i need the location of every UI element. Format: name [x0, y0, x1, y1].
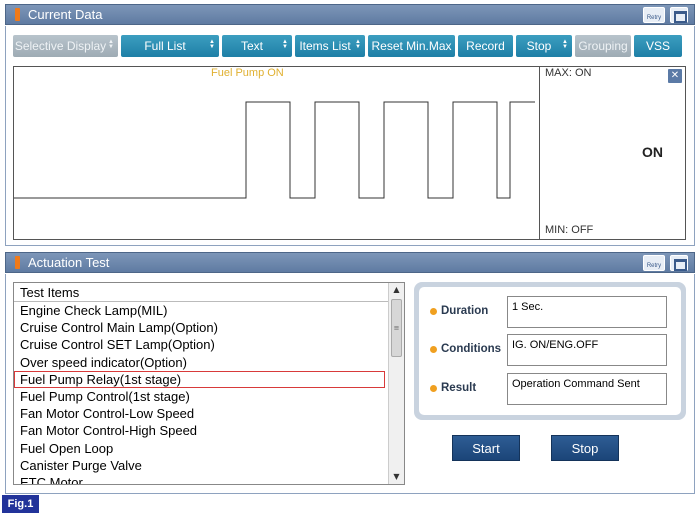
list-item[interactable]: Engine Check Lamp(MIL) [14, 302, 404, 319]
scroll-down-icon[interactable]: ▼ [389, 470, 404, 484]
spinner-icon: ▲ ▼ [282, 39, 288, 50]
test-items-header: Test Items [14, 283, 404, 302]
maximize-button[interactable] [670, 7, 688, 23]
current-data-title: Current Data [28, 7, 103, 22]
grouping-button[interactable]: Grouping [575, 35, 631, 57]
list-item[interactable]: Fuel Open Loop [14, 440, 404, 457]
test-items-list: Test Items Engine Check Lamp(MIL) Cruise… [13, 282, 405, 485]
vss-label: VSS [645, 39, 670, 53]
retry-label: Retry [646, 263, 662, 269]
list-scrollbar[interactable]: ▲ ≡ ▼ [388, 283, 404, 484]
duration-row: Duration 1 Sec. [419, 296, 681, 328]
selective-display-label: Selective Display [14, 39, 107, 53]
header-marker-icon [15, 8, 20, 21]
scroll-thumb[interactable]: ≡ [391, 299, 402, 357]
text-label: Text [240, 39, 263, 53]
list-item[interactable]: Cruise Control Main Lamp(Option) [14, 319, 404, 336]
items-list-label: Items List [299, 39, 351, 53]
signal-waveform [14, 101, 535, 199]
list-item-selected[interactable]: Fuel Pump Relay(1st stage) [14, 370, 385, 388]
graph-signal-label: Fuel Pump ON [211, 67, 284, 79]
current-value: ON [642, 144, 663, 160]
reset-min-max-button[interactable]: Reset Min.Max [368, 35, 455, 57]
stop-toolbar-label: Stop [526, 39, 552, 53]
stop-toolbar-button[interactable]: Stop ▲ ▼ [516, 35, 572, 57]
current-data-toolbar: Selective Display ▲ ▼ Full List ▲ ▼ Text ▲… [13, 35, 685, 57]
min-label: MIN: OFF [545, 224, 594, 236]
text-button[interactable]: Text ▲ ▼ [222, 35, 292, 57]
duration-field: 1 Sec. [507, 296, 667, 328]
maximize-button[interactable] [670, 255, 688, 271]
spinner-icon: ▲ ▼ [562, 39, 568, 50]
list-item[interactable]: Cruise Control SET Lamp(Option) [14, 336, 404, 353]
max-label: MAX: ON [545, 67, 592, 79]
list-item[interactable]: Canister Purge Valve [14, 457, 404, 474]
start-button[interactable]: Start [452, 435, 520, 461]
result-field: Operation Command Sent [507, 373, 667, 405]
duration-label: Duration [441, 305, 489, 317]
bullet-icon [430, 346, 437, 353]
close-icon[interactable]: ✕ [668, 69, 682, 83]
actuation-test-title: Actuation Test [28, 255, 110, 270]
stop-label: Stop [571, 440, 599, 456]
record-label: Record [466, 39, 505, 53]
full-list-label: Full List [144, 39, 186, 53]
result-row: Result Operation Command Sent [419, 373, 681, 405]
spinner-icon: ▲ ▼ [209, 39, 215, 50]
current-data-header: Current Data Retry [5, 4, 695, 25]
list-item[interactable]: Fan Motor Control-High Speed [14, 422, 404, 439]
retry-button[interactable]: Retry [643, 7, 665, 23]
list-item[interactable]: ETC Motor [14, 474, 404, 484]
signal-graph: Fuel Pump ON [13, 66, 540, 240]
selective-display-button[interactable]: Selective Display ▲ ▼ [13, 35, 118, 57]
value-readout-panel: MAX: ON ON MIN: OFF ✕ [540, 66, 686, 240]
result-label: Result [441, 382, 477, 394]
conditions-field: IG. ON/ENG.OFF [507, 334, 667, 366]
retry-button[interactable]: Retry [643, 255, 665, 271]
record-button[interactable]: Record [458, 35, 513, 57]
grouping-label: Grouping [578, 39, 628, 53]
figure-label: Fig.1 [2, 495, 39, 513]
conditions-row: Conditions IG. ON/ENG.OFF [419, 334, 681, 366]
vss-button[interactable]: VSS [634, 35, 682, 57]
list-item[interactable]: Fuel Pump Control(1st stage) [14, 388, 404, 405]
scroll-up-icon[interactable]: ▲ [389, 283, 404, 297]
conditions-label: Conditions [441, 343, 502, 355]
reset-min-max-label: Reset Min.Max [371, 39, 452, 53]
spinner-icon: ▲ ▼ [355, 39, 361, 50]
spinner-icon: ▲ ▼ [108, 39, 114, 50]
header-marker-icon [15, 256, 20, 269]
stop-button[interactable]: Stop [551, 435, 619, 461]
fuel-pump-signal-line [14, 101, 535, 199]
list-item[interactable]: Fan Motor Control-Low Speed [14, 405, 404, 422]
bullet-icon [430, 385, 437, 392]
test-info-panel: Duration 1 Sec. Conditions IG. ON/ENG.OF… [414, 282, 686, 420]
list-item[interactable]: Over speed indicator(Option) [14, 354, 404, 371]
start-label: Start [472, 440, 500, 456]
bullet-icon [430, 308, 437, 315]
actuation-test-header: Actuation Test Retry [5, 252, 695, 273]
retry-label: Retry [646, 15, 662, 21]
test-info-inner: Duration 1 Sec. Conditions IG. ON/ENG.OF… [419, 287, 681, 415]
items-list-button[interactable]: Items List ▲ ▼ [295, 35, 365, 57]
full-list-button[interactable]: Full List ▲ ▼ [121, 35, 219, 57]
